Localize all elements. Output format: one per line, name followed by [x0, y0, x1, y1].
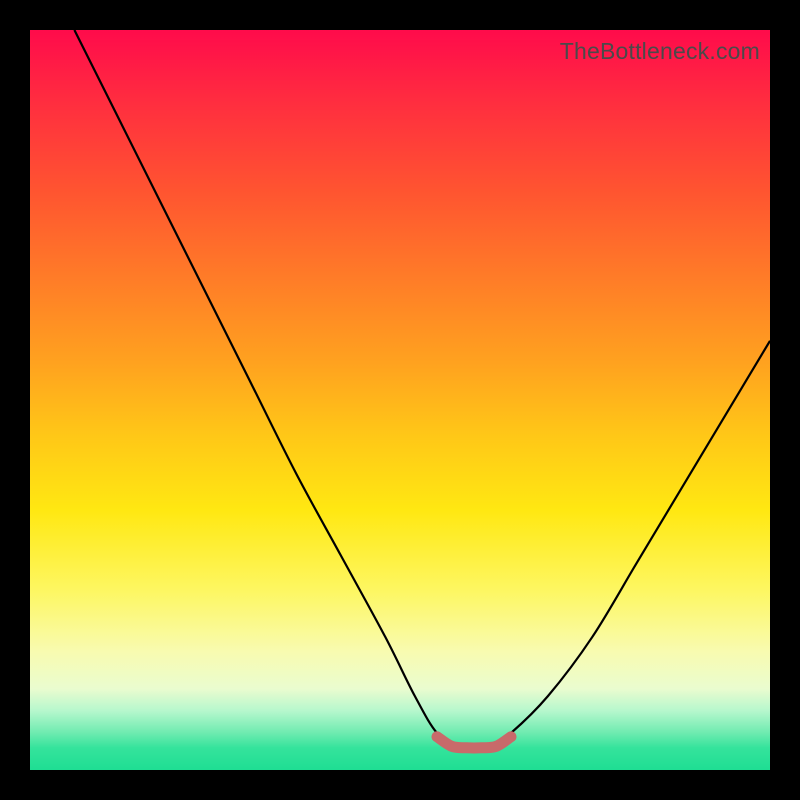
bottleneck-curve — [74, 30, 770, 750]
chart-container: TheBottleneck.com — [0, 0, 800, 800]
curve-svg — [30, 30, 770, 770]
plot-area: TheBottleneck.com — [30, 30, 770, 770]
optimal-band — [437, 737, 511, 748]
